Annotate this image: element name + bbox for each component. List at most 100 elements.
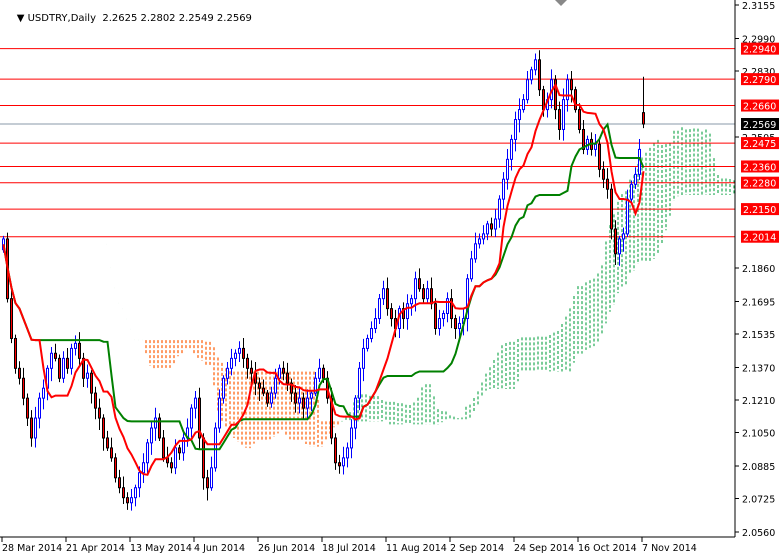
x-tick-label: 21 Apr 2014 <box>66 543 125 554</box>
candle-bearish <box>386 288 389 310</box>
candle-bearish <box>242 347 245 359</box>
candle-bearish <box>126 497 129 504</box>
level-label: 2.2790 <box>743 75 776 86</box>
candle-bullish <box>154 417 157 429</box>
candle-bearish <box>286 372 289 384</box>
candle-bearish <box>106 437 109 449</box>
candle-bearish <box>22 377 25 399</box>
candle-bearish <box>10 298 13 339</box>
candle-bullish <box>134 487 137 499</box>
candle-bullish <box>486 223 489 235</box>
candle-bullish <box>426 288 429 300</box>
candle-bearish <box>434 303 437 330</box>
candle-bullish <box>42 387 45 399</box>
candle-bullish <box>630 183 633 200</box>
x-tick-label: 13 May 2014 <box>130 543 192 554</box>
candle-bullish <box>34 417 37 439</box>
candle-bullish <box>86 372 89 379</box>
candle-bullish <box>342 457 345 467</box>
candle-bullish <box>318 367 321 379</box>
candle-bullish <box>378 298 381 320</box>
candle-bearish <box>578 109 581 130</box>
candle-bearish <box>26 397 29 419</box>
candle-bullish <box>142 462 145 474</box>
x-tick-label: 4 Jun 2014 <box>194 543 245 554</box>
y-tick-label: 2.1210 <box>742 396 775 407</box>
candle-bullish <box>518 109 521 121</box>
level-label: 2.2280 <box>743 179 776 190</box>
candle-bullish <box>358 367 361 399</box>
candle-bearish <box>538 59 541 91</box>
x-tick-label: 2 Sep 2014 <box>450 543 504 554</box>
candle-bullish <box>634 173 637 185</box>
y-tick-label: 2.0560 <box>742 528 775 539</box>
candle-bullish <box>62 357 65 379</box>
x-tick-label: 18 Jul 2014 <box>322 543 376 554</box>
candle-bullish <box>274 377 277 394</box>
candle-bearish <box>30 417 33 439</box>
x-tick-label: 11 Aug 2014 <box>386 543 447 554</box>
candle-bearish <box>246 357 249 369</box>
candle-bullish <box>442 312 445 320</box>
candle-bullish <box>222 377 225 399</box>
candle-bullish <box>234 352 237 359</box>
candle-bullish <box>414 278 417 300</box>
candle-bullish <box>366 337 369 349</box>
candle-bullish <box>618 238 621 255</box>
level-label: 2.2660 <box>743 102 776 113</box>
candle-bullish <box>270 392 273 404</box>
candle-bullish <box>406 303 409 320</box>
candle-bullish <box>470 258 473 280</box>
price-chart[interactable]: 2.31552.29902.28302.25052.18602.16952.15… <box>0 0 779 555</box>
candle-bullish <box>194 397 197 409</box>
candle-bullish <box>374 318 377 330</box>
candle-bullish <box>310 392 313 399</box>
candle-bullish <box>74 342 77 349</box>
candle-bullish <box>70 347 73 369</box>
candle-bearish <box>282 367 285 374</box>
candle-bullish <box>502 178 505 200</box>
candle-bullish <box>50 352 53 369</box>
candle-bearish <box>558 109 561 130</box>
x-tick-label: 28 Mar 2014 <box>2 543 62 554</box>
chart-window[interactable]: ▼ USDTRY,Daily 2.2625 2.2802 2.2549 2.25… <box>0 0 779 555</box>
candle-bullish <box>218 397 221 429</box>
candle-bearish <box>322 367 325 379</box>
candle-bearish <box>250 367 253 374</box>
candle-bullish <box>562 99 565 130</box>
candle-bearish <box>166 457 169 464</box>
plot-area <box>0 48 735 511</box>
candle-bullish <box>298 397 301 404</box>
candle-bearish <box>422 288 425 300</box>
candle-bullish <box>594 143 597 150</box>
candle-bearish <box>418 278 421 290</box>
candle-bullish <box>522 99 525 111</box>
level-label: 2.2475 <box>743 139 776 150</box>
candle-bearish <box>14 337 17 369</box>
candle-bullish <box>350 427 353 449</box>
candle-bearish <box>58 357 61 379</box>
y-tick-label: 2.1050 <box>742 428 775 439</box>
y-tick-label: 2.0885 <box>742 462 775 473</box>
candle-bearish <box>78 342 81 359</box>
candle-bullish <box>534 59 537 71</box>
candle-bearish <box>262 387 265 394</box>
candle-bearish <box>102 417 105 439</box>
candle-bearish <box>90 372 93 394</box>
candle-bullish <box>362 347 365 369</box>
candle-bearish <box>178 447 181 454</box>
candle-bearish <box>570 79 573 91</box>
candle-bearish <box>614 228 617 255</box>
candle-bullish <box>278 367 281 379</box>
candle-bearish <box>258 382 261 389</box>
level-label: 2.2150 <box>743 205 776 216</box>
candle-bearish <box>602 168 605 180</box>
candle-bearish <box>170 462 173 469</box>
candle-bullish <box>506 158 509 180</box>
candle-bearish <box>122 487 125 499</box>
level-label: 2.2014 <box>743 233 776 244</box>
candle-bearish <box>94 392 97 409</box>
candle-bearish <box>98 407 101 419</box>
y-tick-label: 2.1535 <box>742 330 775 341</box>
x-tick-label: 7 Nov 2014 <box>642 543 697 554</box>
